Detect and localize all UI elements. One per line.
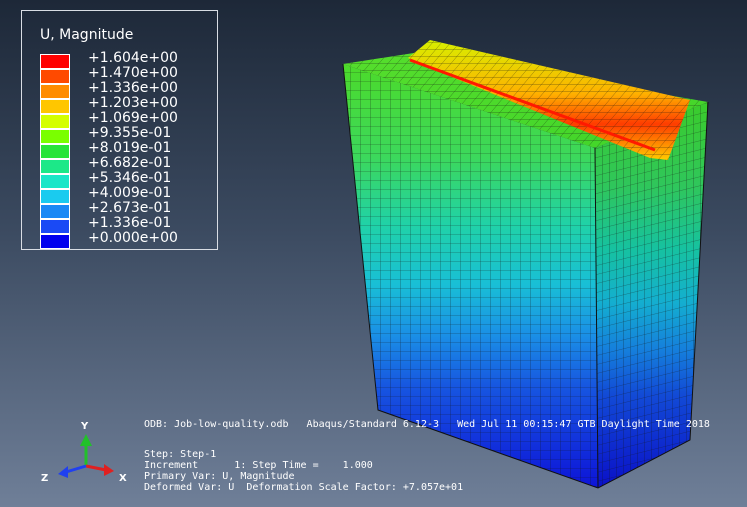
legend-value-label: +1.069e+00 (88, 110, 178, 126)
legend-value-label: +1.470e+00 (88, 65, 178, 81)
legend-color-swatch (40, 219, 70, 234)
legend-color-swatch (40, 189, 70, 204)
triad-y-label: Y (81, 421, 89, 432)
legend-color-swatch (40, 129, 70, 144)
legend-color-swatch (40, 159, 70, 174)
legend-color-swatch (40, 234, 70, 249)
step-info-line: Step: Step-1 (144, 449, 217, 460)
coordinate-triad (58, 434, 114, 478)
legend-value-label: +2.673e-01 (88, 200, 172, 216)
legend-value-label: +5.346e-01 (88, 170, 172, 186)
legend-value-label: +1.336e+00 (88, 80, 178, 96)
legend-color-swatch (40, 114, 70, 129)
legend-value-label: +9.355e-01 (88, 125, 172, 141)
legend-value-label: +6.682e-01 (88, 155, 172, 171)
deformed-var-info-line: Deformed Var: U Deformation Scale Factor… (144, 482, 464, 493)
odb-info-line: ODB: Job-low-quality.odb Abaqus/Standard… (144, 419, 710, 430)
legend-title: U, Magnitude (40, 27, 134, 43)
legend-color-swatch (40, 54, 70, 69)
legend-entry: +0.000e+00 (40, 230, 215, 249)
legend-color-swatch (40, 204, 70, 219)
legend-color-swatch (40, 69, 70, 84)
legend-color-swatch (40, 84, 70, 99)
legend-value-label: +0.000e+00 (88, 230, 178, 246)
contour-legend: U, Magnitude +1.604e+00 +1.470e+00 +1.336e… (21, 10, 218, 250)
triad-x-label: X (119, 473, 127, 484)
increment-info-line: Increment 1: Step Time = 1.000 (144, 460, 373, 471)
primary-var-info-line: Primary Var: U, Magnitude (144, 471, 295, 482)
legend-value-label: +8.019e-01 (88, 140, 172, 156)
legend-color-swatch (40, 174, 70, 189)
legend-value-label: +1.203e+00 (88, 95, 178, 111)
legend-color-swatch (40, 144, 70, 159)
legend-value-label: +1.604e+00 (88, 50, 178, 66)
triad-z-label: Z (41, 473, 49, 484)
legend-value-label: +4.009e-01 (88, 185, 172, 201)
legend-value-label: +1.336e-01 (88, 215, 172, 231)
legend-color-swatch (40, 99, 70, 114)
